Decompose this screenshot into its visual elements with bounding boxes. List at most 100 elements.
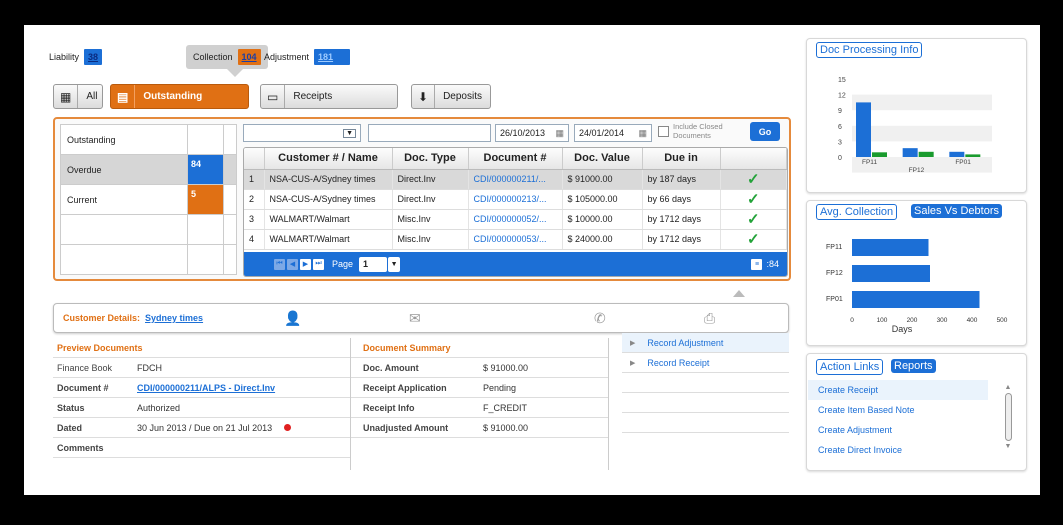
y-tick-label: FP01 [826, 296, 843, 303]
summary-row-empty [60, 244, 237, 275]
col-header-doctype[interactable]: Doc. Type [392, 148, 469, 170]
col-header-customer[interactable]: Customer # / Name [264, 148, 393, 170]
field-row: Dated 30 Jun 2013 / Due on 21 Jul 2013 [53, 418, 350, 438]
calendar-icon[interactable]: ▦ [555, 128, 564, 139]
table-row[interactable]: 4 WALMART/Walmart Misc.Inv CDI/000000053… [244, 229, 787, 250]
row-doctype: Misc.Inv [392, 229, 469, 250]
chevron-down-icon[interactable]: ▼ [388, 256, 401, 272]
first-page-icon[interactable]: ⏮ [274, 258, 285, 270]
collection-value[interactable]: 104 [237, 49, 261, 65]
row-num: 4 [244, 229, 265, 250]
record-adjustment-link[interactable]: ▶ Record Adjustment [622, 333, 789, 353]
tab-action-links[interactable]: Action Links [816, 359, 884, 375]
export-icon[interactable]: ≡ [751, 258, 763, 270]
search-input[interactable] [368, 124, 491, 142]
x-tick-label: 200 [907, 317, 918, 324]
row-duein: by 187 days [642, 169, 721, 190]
x-tick-label: 100 [877, 317, 888, 324]
adjustment-counter[interactable]: Adjustment 181 [264, 49, 351, 65]
go-button[interactable]: Go [750, 122, 780, 141]
col-header-document[interactable]: Document # [468, 148, 563, 170]
scrollbar[interactable]: ▲ ▼ [1003, 384, 1013, 460]
customer-name-link[interactable]: Sydney times [145, 313, 203, 323]
row-document-link[interactable]: CDI/000000053/... [468, 229, 563, 250]
create-direct-invoice-link[interactable]: Create Direct Invoice [808, 440, 988, 460]
field-key: Document # [57, 382, 109, 393]
field-key: Unadjusted Amount [363, 422, 449, 433]
tab-avg-collection[interactable]: Avg. Collection [816, 204, 898, 220]
x-tick-label: FP12 [909, 167, 925, 174]
table-row[interactable]: 2 NSA-CUS-A/Sydney times Direct.Inv CDI/… [244, 189, 787, 210]
tab-sales-vs-debtors[interactable]: Sales Vs Debtors [911, 204, 1002, 218]
table-row[interactable]: 1 NSA-CUS-A/Sydney times Direct.Inv CDI/… [244, 169, 787, 190]
prev-page-icon[interactable]: ◀ [287, 258, 298, 270]
x-tick-label: 500 [997, 317, 1008, 324]
phone-icon[interactable]: ✆ [594, 310, 606, 327]
scroll-thumb[interactable] [1004, 393, 1012, 441]
mail-icon[interactable]: ✉ [409, 310, 421, 327]
tab-outstanding[interactable]: ▤ Outstanding [110, 84, 249, 109]
collection-counter[interactable]: Collection 104 [186, 45, 268, 69]
create-item-based-note-link[interactable]: Create Item Based Note [808, 400, 988, 420]
tab-all[interactable]: ▦ All [53, 84, 103, 109]
row-document-link[interactable]: CDI/000000213/... [468, 189, 563, 210]
create-adjustment-link[interactable]: Create Adjustment [808, 420, 988, 440]
scroll-down-icon[interactable]: ▼ [1003, 443, 1013, 450]
col-header-duein[interactable]: Due in [642, 148, 721, 170]
tab-reports[interactable]: Reports [891, 359, 936, 373]
check-icon: ✓ [720, 209, 787, 230]
include-closed-checkbox[interactable] [658, 126, 669, 137]
summary-label: Outstanding [60, 124, 188, 155]
grid-band [852, 94, 992, 111]
user-icon[interactable]: 👤 [284, 310, 301, 327]
date-to-field[interactable]: 24/01/2014 ▦ [574, 124, 652, 142]
filter-select[interactable]: ▼ [243, 124, 361, 142]
page-input[interactable]: 1 [359, 256, 388, 272]
adjustment-value[interactable]: 181 [314, 49, 351, 65]
bar [918, 151, 934, 157]
row-customer: WALMART/Walmart [264, 209, 393, 230]
chevron-down-icon: ▼ [343, 128, 356, 138]
grid-header-row: Customer # / Name Doc. Type Document # D… [244, 148, 787, 170]
doc-processing-title[interactable]: Doc Processing Info [816, 42, 923, 58]
summary-row-outstanding[interactable]: Outstanding [60, 124, 237, 155]
x-tick-label: 0 [850, 317, 854, 324]
row-num: 1 [244, 169, 265, 190]
document-link[interactable]: CDI/000000211/ALPS - Direct.Inv [137, 383, 275, 393]
doc-processing-chart: 15 12 9 6 3 0 FP11 FP12 FP01 [838, 77, 992, 174]
empty-row [622, 413, 789, 433]
include-closed-label: Include Closed Documents [673, 122, 723, 140]
last-page-icon[interactable]: ⏭ [313, 258, 324, 270]
next-page-icon[interactable]: ▶ [300, 258, 311, 270]
row-document-link[interactable]: CDI/000000052/... [468, 209, 563, 230]
col-header-status [720, 148, 787, 170]
table-row[interactable]: 3 WALMART/Walmart Misc.Inv CDI/000000052… [244, 209, 787, 230]
receipt-icon: ▭ [261, 85, 286, 108]
scroll-up-icon[interactable]: ▲ [1003, 384, 1013, 391]
action-label: Record Adjustment [647, 337, 724, 348]
date-from-field[interactable]: 26/10/2013 ▦ [495, 124, 569, 142]
customer-details-label: Customer Details: [63, 313, 141, 323]
liability-counter[interactable]: Liability 38 [49, 49, 103, 65]
liability-value[interactable]: 38 [84, 49, 103, 65]
row-customer: NSA-CUS-A/Sydney times [264, 169, 393, 190]
check-icon: ✓ [720, 229, 787, 250]
record-receipt-link[interactable]: ▶ Record Receipt [622, 353, 789, 373]
document-summary-section: Document Summary Doc. Amount $ 91000.00 R… [351, 338, 609, 470]
field-row: Document # CDI/000000211/ALPS - Direct.In… [53, 378, 350, 398]
create-receipt-link[interactable]: Create Receipt [808, 380, 988, 400]
field-key: Status [57, 402, 85, 413]
field-value: $ 91000.00 [483, 362, 529, 373]
app-screen: Liability 38 Collection 104 Adjustment 1… [24, 25, 1040, 495]
tab-deposits[interactable]: ⬇ Deposits [411, 84, 491, 109]
calendar-icon[interactable]: ▦ [638, 128, 647, 139]
collection-pointer [227, 69, 243, 77]
field-row: Receipt Application Pending [351, 378, 608, 398]
print-icon[interactable]: ⎙ [704, 310, 715, 327]
empty-row [622, 373, 789, 393]
tab-receipts[interactable]: ▭ Receipts [260, 84, 398, 109]
summary-row-overdue[interactable]: Overdue 84 [60, 154, 237, 185]
row-document-link[interactable]: CDI/000000211/... [468, 169, 563, 190]
summary-row-current[interactable]: Current 5 [60, 184, 237, 215]
col-header-docvalue[interactable]: Doc. Value [562, 148, 643, 170]
